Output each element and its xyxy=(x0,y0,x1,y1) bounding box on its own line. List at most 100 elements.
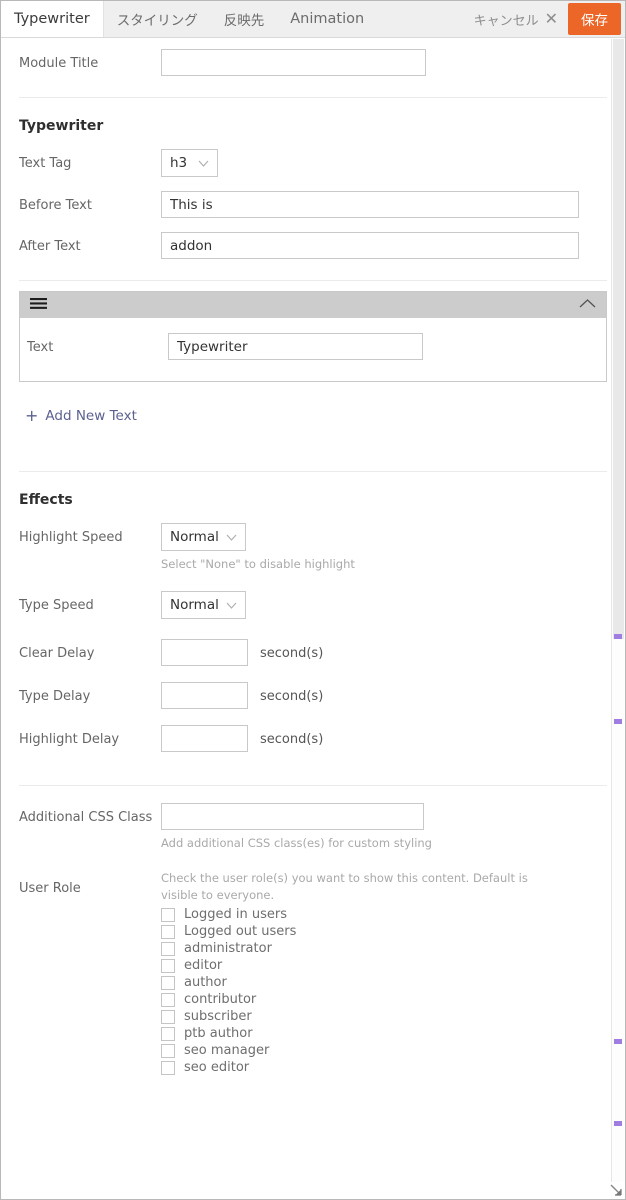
after-text-row: After Text xyxy=(19,225,607,266)
checkbox-icon[interactable] xyxy=(161,907,175,922)
checkbox-icon[interactable] xyxy=(161,975,175,990)
user-role-option[interactable]: Logged out users xyxy=(161,923,607,940)
chevron-up-icon[interactable] xyxy=(579,298,596,313)
module-title-input[interactable] xyxy=(161,49,426,76)
window-header: Typewriter スタイリング 反映先 Animation キャンセル ✕ … xyxy=(1,1,625,38)
user-role-option-label: Logged in users xyxy=(184,907,287,922)
user-role-checkbox-list: Logged in users Logged out users adminis… xyxy=(161,904,607,1076)
user-role-option[interactable]: seo editor xyxy=(161,1059,607,1076)
cancel-button[interactable]: キャンセル ✕ xyxy=(464,10,568,29)
text-repeater-item: Text xyxy=(19,291,607,382)
vertical-scrollbar[interactable] xyxy=(611,39,625,1182)
hamburger-drag-icon[interactable] xyxy=(30,297,47,314)
user-role-hint: Check the user role(s) you want to show … xyxy=(161,870,528,902)
checkbox-icon[interactable] xyxy=(161,1026,175,1041)
user-role-option-label: seo manager xyxy=(184,1043,270,1058)
text-tag-label: Text Tag xyxy=(19,156,72,171)
user-role-option[interactable]: Logged in users xyxy=(161,906,607,923)
clear-delay-row: Clear Delay second(s) xyxy=(19,626,607,673)
user-role-option-label: Logged out users xyxy=(184,924,297,939)
tab-target[interactable]: 反映先 xyxy=(211,1,278,37)
repeater-header[interactable] xyxy=(20,292,606,318)
clear-delay-unit: second(s) xyxy=(260,646,324,662)
user-role-option[interactable]: contributor xyxy=(161,991,607,1008)
repeater-text-label: Text xyxy=(27,340,54,355)
after-text-field xyxy=(161,232,607,259)
after-text-label: After Text xyxy=(19,239,81,254)
user-role-option[interactable]: subscriber xyxy=(161,1008,607,1025)
checkbox-icon[interactable] xyxy=(161,1009,175,1024)
user-role-row: User Role Check the user role(s) you wan… xyxy=(19,860,607,1084)
scrollbar-find-mark xyxy=(614,1039,622,1044)
highlight-speed-label: Highlight Speed xyxy=(19,530,123,545)
before-text-field xyxy=(161,191,607,218)
close-icon[interactable]: ✕ xyxy=(545,11,558,27)
checkbox-icon[interactable] xyxy=(161,941,175,956)
css-class-input[interactable] xyxy=(161,803,424,831)
type-speed-row: Type Speed Normal xyxy=(19,580,607,626)
user-role-option[interactable]: administrator xyxy=(161,940,607,957)
checkbox-icon[interactable] xyxy=(161,958,175,973)
user-role-option[interactable]: author xyxy=(161,974,607,991)
chevron-down-icon xyxy=(226,602,237,609)
highlight-delay-field: second(s) xyxy=(161,725,607,753)
highlight-delay-row: Highlight Delay second(s) xyxy=(19,716,607,759)
user-role-option[interactable]: ptb author xyxy=(161,1025,607,1042)
tab-bar: Typewriter スタイリング 反映先 Animation xyxy=(1,1,464,37)
type-speed-value: Normal xyxy=(170,597,219,614)
type-speed-field: Normal xyxy=(161,591,607,620)
clear-delay-label: Clear Delay xyxy=(19,646,95,662)
user-role-option-label: seo editor xyxy=(184,1060,250,1075)
module-settings-window: Typewriter スタイリング 反映先 Animation キャンセル ✕ … xyxy=(0,0,626,1200)
tab-styling[interactable]: スタイリング xyxy=(104,1,211,37)
section-title-typewriter: Typewriter xyxy=(19,118,104,134)
highlight-speed-row: Highlight Speed Normal Select "None" to … xyxy=(19,516,607,580)
add-new-text-label: Add New Text xyxy=(45,408,137,424)
section-title-effects: Effects xyxy=(19,492,73,508)
scrollbar-find-mark xyxy=(614,719,622,724)
type-delay-unit: second(s) xyxy=(260,689,324,705)
tab-typewriter[interactable]: Typewriter xyxy=(1,1,104,37)
divider-typewriter xyxy=(19,280,607,281)
after-text-input[interactable] xyxy=(161,232,579,259)
plus-icon: + xyxy=(25,406,39,425)
text-tag-field: h3 xyxy=(161,149,607,177)
before-text-label: Before Text xyxy=(19,198,92,213)
clear-delay-field: second(s) xyxy=(161,639,607,667)
resize-handle-icon[interactable] xyxy=(607,1181,623,1197)
checkbox-icon[interactable] xyxy=(161,1043,175,1058)
user-role-option[interactable]: editor xyxy=(161,957,607,974)
checkbox-icon[interactable] xyxy=(161,924,175,939)
module-title-label: Module Title xyxy=(19,56,99,71)
module-title-field xyxy=(161,49,607,76)
type-speed-label: Type Speed xyxy=(19,598,94,614)
text-tag-row: Text Tag h3 xyxy=(19,142,607,184)
add-new-text-button[interactable]: + Add New Text xyxy=(19,382,137,425)
save-button[interactable]: 保存 xyxy=(568,3,621,35)
scrollbar-find-mark xyxy=(614,1121,622,1126)
checkbox-icon[interactable] xyxy=(161,1060,175,1075)
highlight-speed-select[interactable]: Normal xyxy=(161,523,246,551)
type-delay-input[interactable] xyxy=(161,682,248,710)
user-role-field: Check the user role(s) you want to show … xyxy=(161,868,607,1077)
cancel-label: キャンセル xyxy=(473,13,539,29)
tab-animation[interactable]: Animation xyxy=(277,1,377,37)
user-role-option-label: subscriber xyxy=(184,1009,252,1024)
text-tag-select[interactable]: h3 xyxy=(161,149,218,177)
chevron-down-icon xyxy=(226,534,237,541)
clear-delay-input[interactable] xyxy=(161,639,248,667)
type-delay-row: Type Delay second(s) xyxy=(19,673,607,716)
before-text-row: Before Text xyxy=(19,184,607,225)
checkbox-icon[interactable] xyxy=(161,992,175,1007)
css-class-hint: Add additional CSS class(es) for custom … xyxy=(161,836,432,851)
type-speed-select[interactable]: Normal xyxy=(161,591,246,620)
highlight-delay-input[interactable] xyxy=(161,725,248,753)
repeater-text-input[interactable] xyxy=(168,333,423,360)
repeater-body: Text xyxy=(20,318,606,381)
before-text-input[interactable] xyxy=(161,191,579,218)
user-role-option-label: contributor xyxy=(184,992,257,1007)
scrollbar-thumb[interactable] xyxy=(613,39,624,639)
user-role-option[interactable]: seo manager xyxy=(161,1042,607,1059)
type-delay-field: second(s) xyxy=(161,682,607,710)
scrollbar-find-mark xyxy=(614,634,622,639)
